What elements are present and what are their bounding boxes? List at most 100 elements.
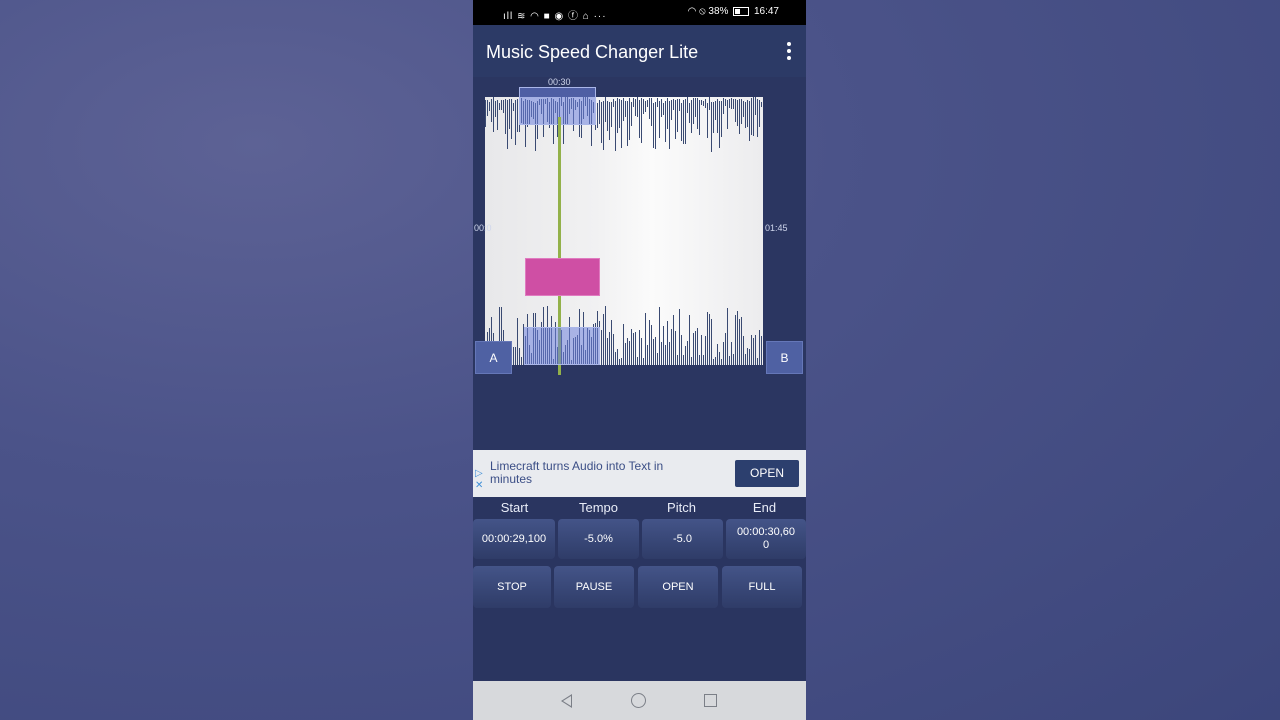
waveform-spike bbox=[707, 102, 708, 138]
waveform-spike bbox=[719, 100, 720, 149]
waveform-spike bbox=[731, 341, 732, 365]
loop-end-handle[interactable] bbox=[524, 327, 600, 365]
recents-icon[interactable] bbox=[704, 694, 717, 707]
adchoices-icon[interactable]: ▷ ✕ bbox=[475, 468, 483, 492]
waveform-spike bbox=[683, 99, 684, 144]
waveform-spike bbox=[679, 309, 680, 365]
waveform-spike bbox=[735, 98, 736, 123]
waveform-spike bbox=[701, 334, 702, 365]
start-value-button[interactable]: 00:00:29,100 bbox=[473, 519, 555, 559]
waveform-spike bbox=[609, 332, 610, 365]
ad-open-button[interactable]: OPEN bbox=[735, 460, 799, 487]
end-value-button[interactable]: 00:00:30,600 bbox=[726, 519, 806, 559]
waveform-spike bbox=[721, 101, 722, 137]
waveform-spike bbox=[691, 100, 692, 133]
waveform-spike bbox=[627, 100, 628, 147]
waveform-spike bbox=[761, 101, 762, 108]
waveform-spike bbox=[743, 336, 744, 365]
start-value: 00:00:29,100 bbox=[481, 532, 547, 545]
waveform-spike bbox=[651, 98, 652, 126]
waveform-spike bbox=[639, 329, 640, 365]
waveform-spike bbox=[511, 99, 512, 139]
waveform-spike bbox=[517, 99, 518, 132]
waveform-spike bbox=[757, 358, 758, 365]
waveform-spike bbox=[613, 99, 614, 107]
pitch-value-button[interactable]: -5.0 bbox=[642, 519, 723, 559]
open-button[interactable]: OPEN bbox=[638, 566, 718, 608]
waveform-spike bbox=[735, 315, 736, 365]
stop-button[interactable]: STOP bbox=[473, 566, 551, 608]
waveform-spike bbox=[683, 355, 684, 365]
waveform-spike bbox=[725, 332, 726, 365]
waveform-spike bbox=[611, 102, 612, 128]
marker-a-button[interactable]: A bbox=[475, 341, 512, 374]
marker-b-button[interactable]: B bbox=[766, 341, 803, 374]
waveform-spike bbox=[653, 338, 654, 365]
waveform-spike bbox=[633, 333, 634, 365]
waveform-spike bbox=[705, 336, 706, 365]
ad-text: Limecraft turns Audio into Text in minut… bbox=[490, 459, 664, 486]
waveform-spike bbox=[737, 100, 738, 126]
home-icon[interactable] bbox=[631, 693, 646, 708]
overflow-menu-icon[interactable] bbox=[784, 40, 794, 62]
loop-selection-marker[interactable] bbox=[525, 258, 600, 296]
waveform-spike bbox=[607, 338, 608, 365]
tempo-value-button[interactable]: -5.0% bbox=[558, 519, 639, 559]
waveform-spike bbox=[623, 323, 624, 365]
waveform-view[interactable]: 00:30 00:0 01:45 A B bbox=[473, 77, 806, 450]
waveform-spike bbox=[641, 97, 642, 144]
start-label: Start bbox=[500, 500, 529, 515]
waveform-spike bbox=[647, 100, 648, 107]
waveform-spike bbox=[731, 97, 732, 110]
clock: 16:47 bbox=[753, 6, 779, 17]
waveform-spike bbox=[647, 344, 648, 365]
waveform-spike bbox=[605, 306, 606, 365]
waveform-spike bbox=[689, 102, 690, 124]
waveform-spike bbox=[679, 99, 680, 111]
waveform-spike bbox=[509, 98, 510, 129]
waveform-spike bbox=[485, 100, 486, 128]
waveform-spike bbox=[513, 102, 514, 112]
waveform-spike bbox=[749, 101, 750, 142]
waveform-spike bbox=[619, 98, 620, 128]
waveform-spike bbox=[705, 98, 706, 108]
full-button[interactable]: FULL bbox=[722, 566, 802, 608]
waveform-spike bbox=[717, 343, 718, 365]
waveform-spike bbox=[629, 98, 630, 141]
waveform-spike bbox=[641, 337, 642, 365]
status-bar: ıll ≋ ◠ ■ ◉ ⓕ ⌂ ··· ◠ ⦸ 38% 16:47 bbox=[473, 0, 806, 25]
waveform-spike bbox=[603, 314, 604, 365]
waveform-spike bbox=[645, 101, 646, 113]
battery-icon bbox=[733, 6, 750, 16]
system-nav-bar bbox=[473, 681, 806, 720]
waveform-spike bbox=[707, 311, 708, 365]
waveform-spike bbox=[501, 99, 502, 111]
waveform-spike bbox=[671, 100, 672, 121]
waveform-spike bbox=[673, 99, 674, 110]
waveform-spike bbox=[691, 357, 692, 365]
waveform-spike bbox=[615, 100, 616, 151]
waveform-spike bbox=[741, 98, 742, 125]
waveform-spike bbox=[659, 100, 660, 139]
waveform-spike bbox=[513, 346, 514, 365]
waveform-spike bbox=[709, 313, 710, 365]
waveform-spike bbox=[597, 102, 598, 129]
waveform-spike bbox=[503, 99, 504, 113]
waveform-spike bbox=[755, 335, 756, 365]
waveform-spike bbox=[633, 97, 634, 107]
pause-button[interactable]: PAUSE bbox=[554, 566, 634, 608]
back-icon[interactable] bbox=[561, 694, 572, 708]
waveform-spike bbox=[637, 97, 638, 118]
waveform-spike bbox=[675, 100, 676, 139]
waveform-spike bbox=[745, 102, 746, 128]
waveform-spike bbox=[697, 98, 698, 129]
waveform-spike bbox=[643, 358, 644, 365]
waveform-spike bbox=[753, 97, 754, 137]
battery-percent: 38% bbox=[708, 6, 729, 17]
waveform-spike bbox=[759, 329, 760, 365]
waveform-spike bbox=[499, 102, 500, 110]
waveform-spike bbox=[653, 102, 654, 148]
ad-banner[interactable]: ▷ ✕ Limecraft turns Audio into Text in mi… bbox=[473, 450, 806, 497]
waveform-spike bbox=[635, 331, 636, 365]
waveform-spike bbox=[709, 97, 710, 110]
